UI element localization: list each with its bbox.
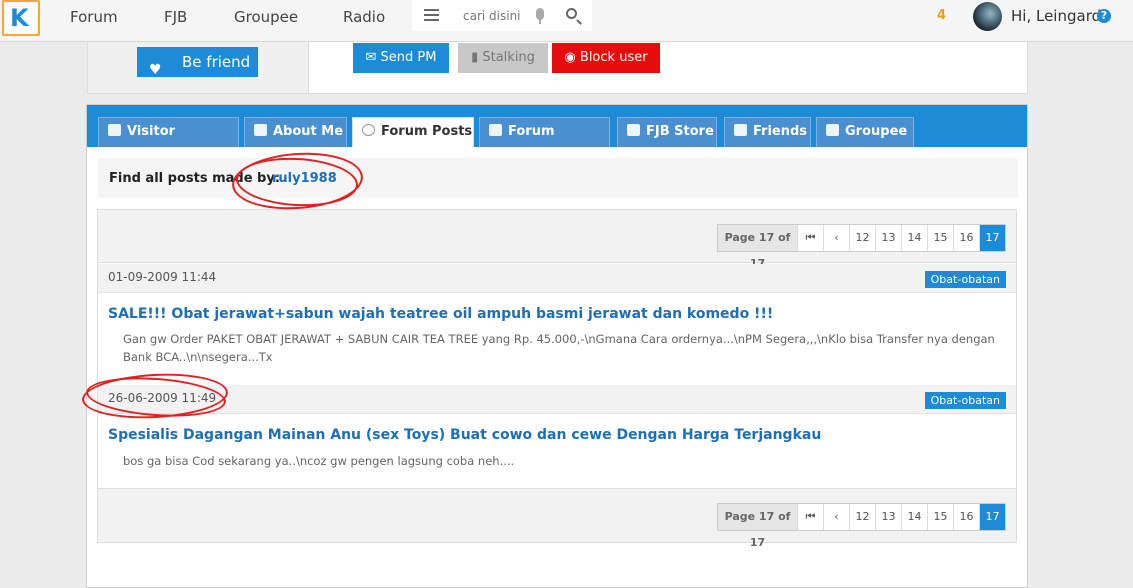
be-friend-label: Be friend xyxy=(182,53,251,71)
prev-page-icon[interactable]: ‹ xyxy=(824,225,850,251)
post-date: 26-06-2009 11:49 xyxy=(108,391,217,405)
block-user-label: Block user xyxy=(579,50,648,65)
search-icon[interactable] xyxy=(566,8,577,19)
tab-label: Groupee xyxy=(845,124,908,139)
prev-page-icon[interactable]: ‹ xyxy=(824,504,850,530)
top-navbar: K Forum FJB Groupee Radio cari disini 4 … xyxy=(0,0,1133,42)
send-pm-label: Send PM xyxy=(380,50,437,65)
page-link[interactable]: 16 xyxy=(954,504,980,530)
profile-content: Visitor Message About Me Forum Posts For… xyxy=(86,104,1028,588)
help-icon[interactable]: ? xyxy=(1097,9,1111,23)
heart-icon: ♥ xyxy=(149,62,162,78)
find-posts-header: Find all posts made by: ruly1988 xyxy=(98,158,1018,198)
logo-icon: K xyxy=(10,4,29,32)
user-icon xyxy=(254,124,267,136)
current-page[interactable]: 17 xyxy=(980,504,1005,530)
user-greeting[interactable]: Hi, Leingard xyxy=(1011,7,1101,25)
tab-friends[interactable]: Friends xyxy=(724,117,811,147)
first-page-icon[interactable]: ⏮ xyxy=(798,504,824,530)
page-link[interactable]: 14 xyxy=(902,225,928,251)
kaskus-logo[interactable]: K xyxy=(2,0,40,36)
page-link[interactable]: 12 xyxy=(850,504,876,530)
tab-label: Friends xyxy=(753,124,808,139)
friend-cell: ♥ Be friend xyxy=(88,42,309,93)
pagination-bottom: Page 17 of 17 ⏮ ‹ 12 13 14 15 16 17 xyxy=(98,488,1016,549)
block-user-button[interactable]: ◉ Block user xyxy=(552,43,660,73)
group-icon xyxy=(826,124,839,136)
pager: Page 17 of 17 ⏮ ‹ 12 13 14 15 16 17 xyxy=(717,503,1006,549)
username-link[interactable]: ruly1988 xyxy=(272,171,337,186)
page-link[interactable]: 12 xyxy=(850,225,876,251)
category-badge[interactable]: Obat-obatan xyxy=(924,392,1006,409)
notification-count[interactable]: 4 xyxy=(937,8,946,23)
post-snippet: bos ga bisa Cod sekarang ya..\ncoz gw pe… xyxy=(123,454,515,468)
post-header: 01-09-2009 11:44 Obat-obatan xyxy=(98,264,1016,293)
first-page-icon[interactable]: ⏮ xyxy=(798,225,824,251)
tab-forum-thread[interactable]: Forum Thread xyxy=(479,117,610,167)
stalking-label: Stalking xyxy=(482,50,535,65)
tab-label: FJB Store xyxy=(646,124,714,139)
post-date: 01-09-2009 11:44 xyxy=(108,270,217,284)
cart-icon xyxy=(627,124,640,136)
page-link[interactable]: 14 xyxy=(902,504,928,530)
friends-icon xyxy=(734,124,747,136)
current-page[interactable]: 17 xyxy=(980,225,1005,251)
posts-list: Page 17 of 17 ⏮ ‹ 12 13 14 15 16 17 01-0… xyxy=(97,209,1017,549)
post-header: 26-06-2009 11:49 Obat-obatan xyxy=(98,385,1016,414)
post-title-link[interactable]: SALE!!! Obat jerawat+sabun wajah teatree… xyxy=(108,306,773,322)
tab-groupee[interactable]: Groupee xyxy=(816,117,914,147)
page-link[interactable]: 13 xyxy=(876,225,902,251)
tab-label: About Me xyxy=(273,124,344,139)
nav-groupee[interactable]: Groupee xyxy=(234,8,298,26)
nav-fjb[interactable]: FJB xyxy=(164,8,187,26)
nav-radio[interactable]: Radio xyxy=(343,8,385,26)
post-snippet: Gan gw Order PAKET OBAT JERAWAT + SABUN … xyxy=(123,332,995,364)
be-friend-button[interactable]: ♥ Be friend xyxy=(137,47,258,78)
stalking-button[interactable]: ▮ Stalking xyxy=(458,43,548,73)
tab-fjb-store[interactable]: FJB Store xyxy=(617,117,717,147)
hamburger-menu-icon[interactable] xyxy=(424,9,439,21)
page-link[interactable]: 15 xyxy=(928,225,954,251)
post-title-link[interactable]: Spesialis Dagangan Mainan Anu (sex Toys)… xyxy=(108,427,821,443)
tab-label: Forum Posts xyxy=(381,124,473,139)
pager: Page 17 of 17 ⏮ ‹ 12 13 14 15 16 17 xyxy=(717,224,1006,270)
category-badge[interactable]: Obat-obatan xyxy=(924,271,1006,288)
profile-tabs: Visitor Message About Me Forum Posts For… xyxy=(87,105,1027,167)
page-link[interactable]: 13 xyxy=(876,504,902,530)
page-link[interactable]: 15 xyxy=(928,504,954,530)
page-info: Page 17 of 17 xyxy=(718,504,798,549)
avatar[interactable] xyxy=(973,2,1002,31)
thread-icon xyxy=(489,124,502,136)
profile-actions-panel: ♥ Be friend ✉ Send PM ▮ Stalking ◉ Block… xyxy=(87,42,1028,94)
search-box[interactable]: cari disini xyxy=(412,0,592,31)
send-pm-button[interactable]: ✉ Send PM xyxy=(353,43,449,73)
tab-visitor-message[interactable]: Visitor Message xyxy=(98,117,239,167)
tab-forum-posts[interactable]: Forum Posts xyxy=(352,117,474,147)
page-link[interactable]: 16 xyxy=(954,225,980,251)
tab-about-me[interactable]: About Me xyxy=(244,117,347,147)
nav-forum[interactable]: Forum xyxy=(70,8,118,26)
chat-icon xyxy=(362,124,375,136)
find-posts-label: Find all posts made by: xyxy=(109,171,281,186)
pagination-top: Page 17 of 17 ⏮ ‹ 12 13 14 15 16 17 xyxy=(98,210,1016,270)
microphone-icon[interactable] xyxy=(536,8,544,24)
message-icon xyxy=(108,124,121,136)
page-info: Page 17 of 17 xyxy=(718,225,798,270)
search-input[interactable]: cari disini xyxy=(463,9,521,23)
